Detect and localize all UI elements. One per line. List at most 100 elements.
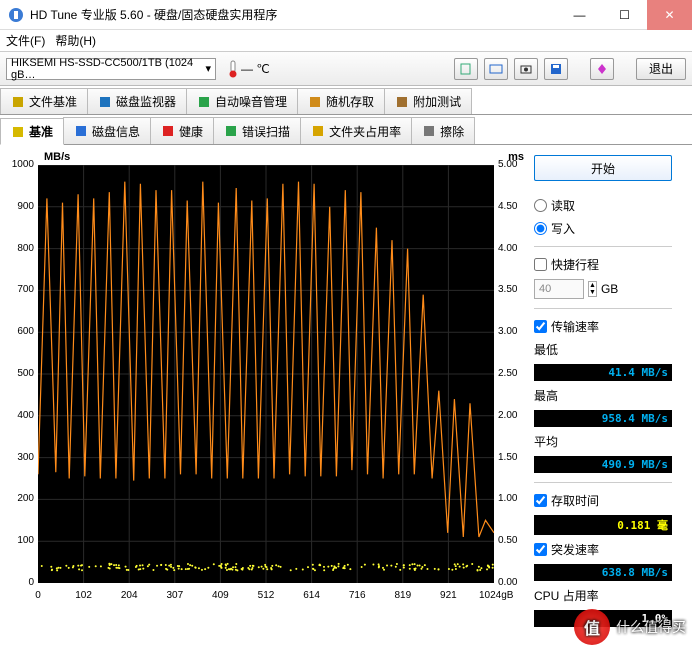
start-button[interactable]: 开始 <box>534 155 672 181</box>
tab-基准[interactable]: 基准 <box>0 118 64 145</box>
y-right-tick: 0.50 <box>498 535 526 546</box>
screenshot-button[interactable] <box>514 58 538 80</box>
y-right-tick: 0.00 <box>498 577 526 588</box>
tab-icon <box>11 95 25 109</box>
transfer-checkbox[interactable]: 传输速率 <box>534 318 672 335</box>
x-tick: 921 <box>433 590 463 601</box>
chevron-down-icon: ▾ <box>205 62 211 75</box>
avg-value: 490.9 MB/s <box>534 456 672 473</box>
read-radio[interactable]: 读取 <box>534 197 672 214</box>
y-left-tick: 300 <box>6 452 34 463</box>
tab-文件基准[interactable]: 文件基准 <box>0 88 88 114</box>
exit-button[interactable]: 退出 <box>636 58 686 80</box>
watermark: 值 什么值得买 <box>574 609 686 645</box>
menu-help[interactable]: 帮助(H) <box>55 32 96 49</box>
y-left-tick: 800 <box>6 243 34 254</box>
drive-select[interactable]: HIKSEMI HS-SSD-CC500/1TB (1024 gB… ▾ <box>6 58 216 80</box>
tab-错误扫描[interactable]: 错误扫描 <box>213 117 301 144</box>
thermometer-icon <box>228 60 238 78</box>
drive-select-value: HIKSEMI HS-SSD-CC500/1TB (1024 gB… <box>11 57 205 81</box>
y-left-tick: 900 <box>6 201 34 212</box>
write-radio[interactable]: 写入 <box>534 220 672 237</box>
y-right-tick: 5.00 <box>498 159 526 170</box>
title-bar: HD Tune 专业版 5.60 - 硬盘/固态硬盘实用程序 — ☐ ✕ <box>0 0 692 30</box>
y-left-tick: 1000 <box>6 159 34 170</box>
access-value: 0.181 毫 <box>534 515 672 535</box>
quick-unit-label: GB <box>601 282 618 296</box>
watermark-text: 什么值得买 <box>616 617 686 637</box>
maximize-button[interactable]: ☐ <box>602 0 647 30</box>
x-tick: 409 <box>205 590 235 601</box>
tab-icon <box>308 95 322 109</box>
tab-row-top: 文件基准磁盘监视器自动噪音管理随机存取附加测试 <box>0 86 692 115</box>
stepper-icon[interactable]: ▲▼ <box>588 281 597 297</box>
y-left-tick: 600 <box>6 326 34 337</box>
access-checkbox[interactable]: 存取时间 <box>534 492 672 509</box>
copy-info-button[interactable] <box>454 58 478 80</box>
tab-健康[interactable]: 健康 <box>150 117 214 144</box>
y-right-tick: 4.50 <box>498 201 526 212</box>
y-left-tick: 200 <box>6 493 34 504</box>
tab-磁盘信息[interactable]: 磁盘信息 <box>63 117 151 144</box>
tab-icon <box>197 95 211 109</box>
avg-label: 平均 <box>534 433 672 450</box>
y-right-tick: 3.00 <box>498 326 526 337</box>
temperature-value: — ℃ <box>241 62 270 76</box>
y-left-tick: 700 <box>6 284 34 295</box>
watermark-logo-icon: 值 <box>574 609 610 645</box>
y-left-tick: 500 <box>6 368 34 379</box>
quick-value-input[interactable] <box>534 279 584 299</box>
burst-value: 638.8 MB/s <box>534 564 672 581</box>
y-right-tick: 1.50 <box>498 452 526 463</box>
tab-附加测试[interactable]: 附加测试 <box>384 88 472 114</box>
tab-icon <box>224 124 238 138</box>
min-value: 41.4 MB/s <box>534 364 672 381</box>
tab-icon <box>161 124 175 138</box>
chart-plot-area <box>38 165 494 583</box>
burst-checkbox[interactable]: 突发速率 <box>534 541 672 558</box>
y-right-tick: 2.50 <box>498 368 526 379</box>
x-tick: 614 <box>297 590 327 601</box>
tab-icon <box>395 95 409 109</box>
tab-擦除[interactable]: 擦除 <box>411 117 475 144</box>
tab-icon <box>11 125 25 139</box>
y-left-tick: 0 <box>6 577 34 588</box>
tab-磁盘监视器[interactable]: 磁盘监视器 <box>87 88 187 114</box>
menu-file[interactable]: 文件(F) <box>6 32 45 49</box>
tab-随机存取[interactable]: 随机存取 <box>297 88 385 114</box>
x-tick: 512 <box>251 590 281 601</box>
temperature-display: — ℃ <box>228 60 270 78</box>
y-axis-left-label: MB/s <box>44 151 70 163</box>
y-left-tick: 400 <box>6 410 34 421</box>
benchmark-chart: MB/s ms 10009008007006005004003002001000… <box>4 151 524 611</box>
min-label: 最低 <box>534 341 672 358</box>
max-value: 958.4 MB/s <box>534 410 672 427</box>
toolbar: HIKSEMI HS-SSD-CC500/1TB (1024 gB… ▾ — ℃… <box>0 52 692 86</box>
x-tick: 716 <box>342 590 372 601</box>
tab-文件夹占用率[interactable]: 文件夹占用率 <box>300 117 412 144</box>
menu-bar: 文件(F) 帮助(H) <box>0 30 692 52</box>
x-tick: 204 <box>114 590 144 601</box>
tab-icon <box>74 124 88 138</box>
copy-screenshot-button[interactable] <box>484 58 508 80</box>
tab-icon <box>311 124 325 138</box>
save-button[interactable] <box>544 58 568 80</box>
y-right-tick: 1.00 <box>498 493 526 504</box>
cpu-label: CPU 占用率 <box>534 587 672 604</box>
tab-row-bottom: 基准磁盘信息健康错误扫描文件夹占用率擦除 <box>0 115 692 145</box>
tab-icon <box>422 124 436 138</box>
y-right-tick: 3.50 <box>498 284 526 295</box>
x-tick: 102 <box>69 590 99 601</box>
tab-自动噪音管理[interactable]: 自动噪音管理 <box>186 88 298 114</box>
x-tick: 307 <box>160 590 190 601</box>
tab-icon <box>98 95 112 109</box>
x-tick: 0 <box>23 590 53 601</box>
quick-checkbox[interactable]: 快捷行程 <box>534 256 672 273</box>
window-title: HD Tune 专业版 5.60 - 硬盘/固态硬盘实用程序 <box>30 6 557 23</box>
y-left-tick: 100 <box>6 535 34 546</box>
y-right-tick: 2.00 <box>498 410 526 421</box>
options-button[interactable] <box>590 58 614 80</box>
minimize-button[interactable]: — <box>557 0 602 30</box>
y-right-tick: 4.00 <box>498 243 526 254</box>
close-button[interactable]: ✕ <box>647 0 692 30</box>
